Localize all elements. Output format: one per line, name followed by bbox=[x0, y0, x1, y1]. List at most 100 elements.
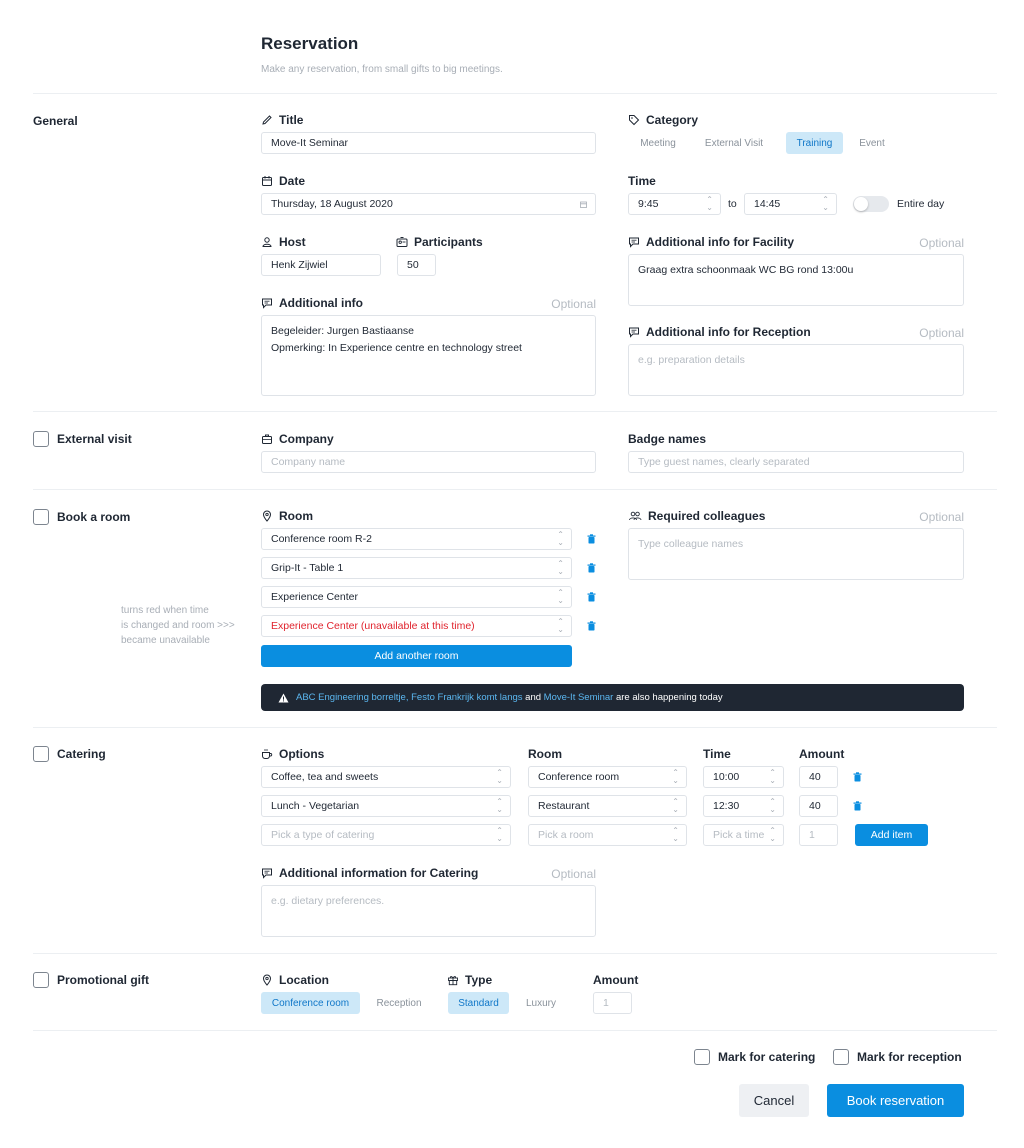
required-colleagues-label: Required colleagues bbox=[628, 509, 765, 523]
chevron-updown-icon: ⌃ ⌄ bbox=[672, 797, 679, 814]
catering-option-value: Coffee, tea and sweets bbox=[271, 771, 379, 783]
date-value: Thursday, 18 August 2020 bbox=[271, 198, 393, 210]
gift-location-reception[interactable]: Reception bbox=[368, 992, 430, 1014]
time-to-select[interactable]: 14:45 ⌃ ⌄ bbox=[744, 193, 837, 215]
catering-info-label-text: Additional information for Catering bbox=[279, 866, 479, 880]
promotional-gift-label: Promotional gift bbox=[57, 973, 149, 987]
catering-amount-input[interactable]: 40 bbox=[799, 766, 838, 788]
add-another-room-button[interactable]: Add another room bbox=[261, 645, 572, 667]
catering-option-select[interactable]: Coffee, tea and sweets ⌃ ⌄ bbox=[261, 766, 511, 788]
catering-option-select[interactable]: Lunch - Vegetarian ⌃ ⌄ bbox=[261, 795, 511, 817]
catering-time-select[interactable]: 10:00 ⌃ ⌄ bbox=[703, 766, 784, 788]
book-reservation-button[interactable]: Book reservation bbox=[827, 1084, 964, 1117]
new-catering-room-select[interactable]: Pick a room ⌃ ⌄ bbox=[528, 824, 687, 846]
mark-for-reception-checkbox[interactable] bbox=[833, 1049, 849, 1065]
cancel-button[interactable]: Cancel bbox=[739, 1084, 809, 1117]
divider bbox=[33, 953, 997, 954]
chevron-updown-icon: ⌃ ⌄ bbox=[496, 826, 503, 843]
calendar-picker-icon[interactable] bbox=[580, 201, 587, 208]
message-icon bbox=[629, 237, 639, 248]
date-label: Date bbox=[261, 174, 305, 188]
add-item-button[interactable]: Add item bbox=[855, 824, 928, 846]
time-from-value: 9:45 bbox=[638, 198, 659, 210]
gift-type-label-text: Type bbox=[465, 973, 493, 987]
mark-for-catering-checkbox[interactable] bbox=[694, 1049, 710, 1065]
entire-day-toggle[interactable] bbox=[853, 196, 889, 212]
message-icon bbox=[629, 327, 639, 338]
catering-options-label-text: Options bbox=[279, 747, 325, 761]
external-visit-checkbox[interactable] bbox=[33, 431, 49, 447]
catering-room-select[interactable]: Restaurant ⌃ ⌄ bbox=[528, 795, 687, 817]
badge-names-label: Badge names bbox=[628, 432, 707, 446]
catering-info-textarea[interactable]: e.g. dietary preferences. bbox=[261, 885, 596, 937]
room-select-unavailable[interactable]: Experience Center (unavailable at this t… bbox=[261, 615, 572, 637]
gift-amount-input[interactable]: 1 bbox=[593, 992, 632, 1014]
category-external-visit[interactable]: External Visit bbox=[696, 132, 772, 154]
catering-options-label: Options bbox=[261, 747, 324, 761]
title-label-text: Title bbox=[279, 113, 304, 127]
date-input[interactable]: Thursday, 18 August 2020 bbox=[261, 193, 596, 215]
catering-room-value: Restaurant bbox=[538, 800, 590, 812]
new-catering-amount-input[interactable]: 1 bbox=[799, 824, 838, 846]
room-select[interactable]: Conference room R-2 ⌃ ⌄ bbox=[261, 528, 572, 550]
trash-icon[interactable] bbox=[853, 772, 862, 782]
book-room-checkbox[interactable] bbox=[33, 509, 49, 525]
category-training[interactable]: Training bbox=[786, 132, 843, 154]
category-event[interactable]: Event bbox=[851, 132, 893, 154]
reception-info-label: Additional info for Reception bbox=[628, 325, 811, 339]
banner-event-link[interactable]: ABC Engineering borreltje, Festo Frankri… bbox=[296, 692, 523, 703]
reception-info-textarea[interactable]: e.g. preparation details bbox=[628, 344, 964, 396]
title-input[interactable]: Move-It Seminar bbox=[261, 132, 596, 154]
additional-info-textarea[interactable]: Begeleider: Jurgen Bastiaanse Opmerking:… bbox=[261, 315, 596, 396]
location-pin-icon bbox=[262, 974, 272, 986]
gift-location-conference-room[interactable]: Conference room bbox=[261, 992, 360, 1014]
facility-info-textarea[interactable]: Graag extra schoonmaak WC BG rond 13:00u bbox=[628, 254, 964, 306]
gift-icon bbox=[448, 976, 458, 986]
reception-info-label-text: Additional info for Reception bbox=[646, 325, 811, 339]
trash-icon[interactable] bbox=[587, 563, 596, 573]
facility-info-label-text: Additional info for Facility bbox=[646, 235, 794, 249]
room-select[interactable]: Grip-It - Table 1 ⌃ ⌄ bbox=[261, 557, 572, 579]
message-icon bbox=[262, 298, 272, 309]
divider bbox=[33, 727, 997, 728]
catering-amount-label: Amount bbox=[799, 747, 845, 761]
banner-event-link[interactable]: Move-It Seminar bbox=[544, 692, 614, 703]
catering-checkbox[interactable] bbox=[33, 746, 49, 762]
banner-suffix-text: are also happening today bbox=[613, 692, 723, 703]
new-catering-option-select[interactable]: Pick a type of catering ⌃ ⌄ bbox=[261, 824, 511, 846]
required-colleagues-label-text: Required colleagues bbox=[648, 509, 766, 523]
catering-room-select[interactable]: Conference room ⌃ ⌄ bbox=[528, 766, 687, 788]
company-input[interactable]: Company name bbox=[261, 451, 596, 473]
trash-icon[interactable] bbox=[587, 534, 596, 544]
external-visit-label: External visit bbox=[57, 432, 132, 446]
catering-room-value: Conference room bbox=[538, 771, 620, 783]
required-colleagues-textarea[interactable]: Type colleague names bbox=[628, 528, 964, 580]
category-meeting[interactable]: Meeting bbox=[630, 132, 686, 154]
new-catering-time-select[interactable]: Pick a time ⌃ ⌄ bbox=[703, 824, 784, 846]
chevron-updown-icon: ⌃ ⌄ bbox=[557, 530, 564, 547]
book-room-label: Book a room bbox=[57, 510, 131, 524]
room-select-value: Grip-It - Table 1 bbox=[271, 562, 344, 574]
catering-amount-input[interactable]: 40 bbox=[799, 795, 838, 817]
gift-type-standard[interactable]: Standard bbox=[448, 992, 509, 1014]
catering-time-select[interactable]: 12:30 ⌃ ⌄ bbox=[703, 795, 784, 817]
location-pin-icon bbox=[262, 510, 272, 522]
page-title: Reservation bbox=[261, 34, 359, 53]
gift-type-luxury[interactable]: Luxury bbox=[517, 992, 565, 1014]
badge-names-input[interactable]: Type guest names, clearly separated bbox=[628, 451, 964, 473]
trash-icon[interactable] bbox=[853, 801, 862, 811]
note-line: is changed and room >>> bbox=[121, 620, 235, 631]
catering-info-label: Additional information for Catering bbox=[261, 866, 478, 880]
participants-input[interactable]: 50 bbox=[397, 254, 436, 276]
title-label: Title bbox=[261, 113, 303, 127]
catering-room-label: Room bbox=[528, 747, 562, 761]
host-input[interactable]: Henk Zijwiel bbox=[261, 254, 381, 276]
room-label: Room bbox=[261, 509, 313, 523]
trash-icon[interactable] bbox=[587, 621, 596, 631]
company-label-text: Company bbox=[279, 432, 334, 446]
trash-icon[interactable] bbox=[587, 592, 596, 602]
promotional-gift-checkbox[interactable] bbox=[33, 972, 49, 988]
room-select[interactable]: Experience Center ⌃ ⌄ bbox=[261, 586, 572, 608]
page-subtitle: Make any reservation, from small gifts t… bbox=[261, 64, 503, 75]
time-from-select[interactable]: 9:45 ⌃ ⌄ bbox=[628, 193, 721, 215]
